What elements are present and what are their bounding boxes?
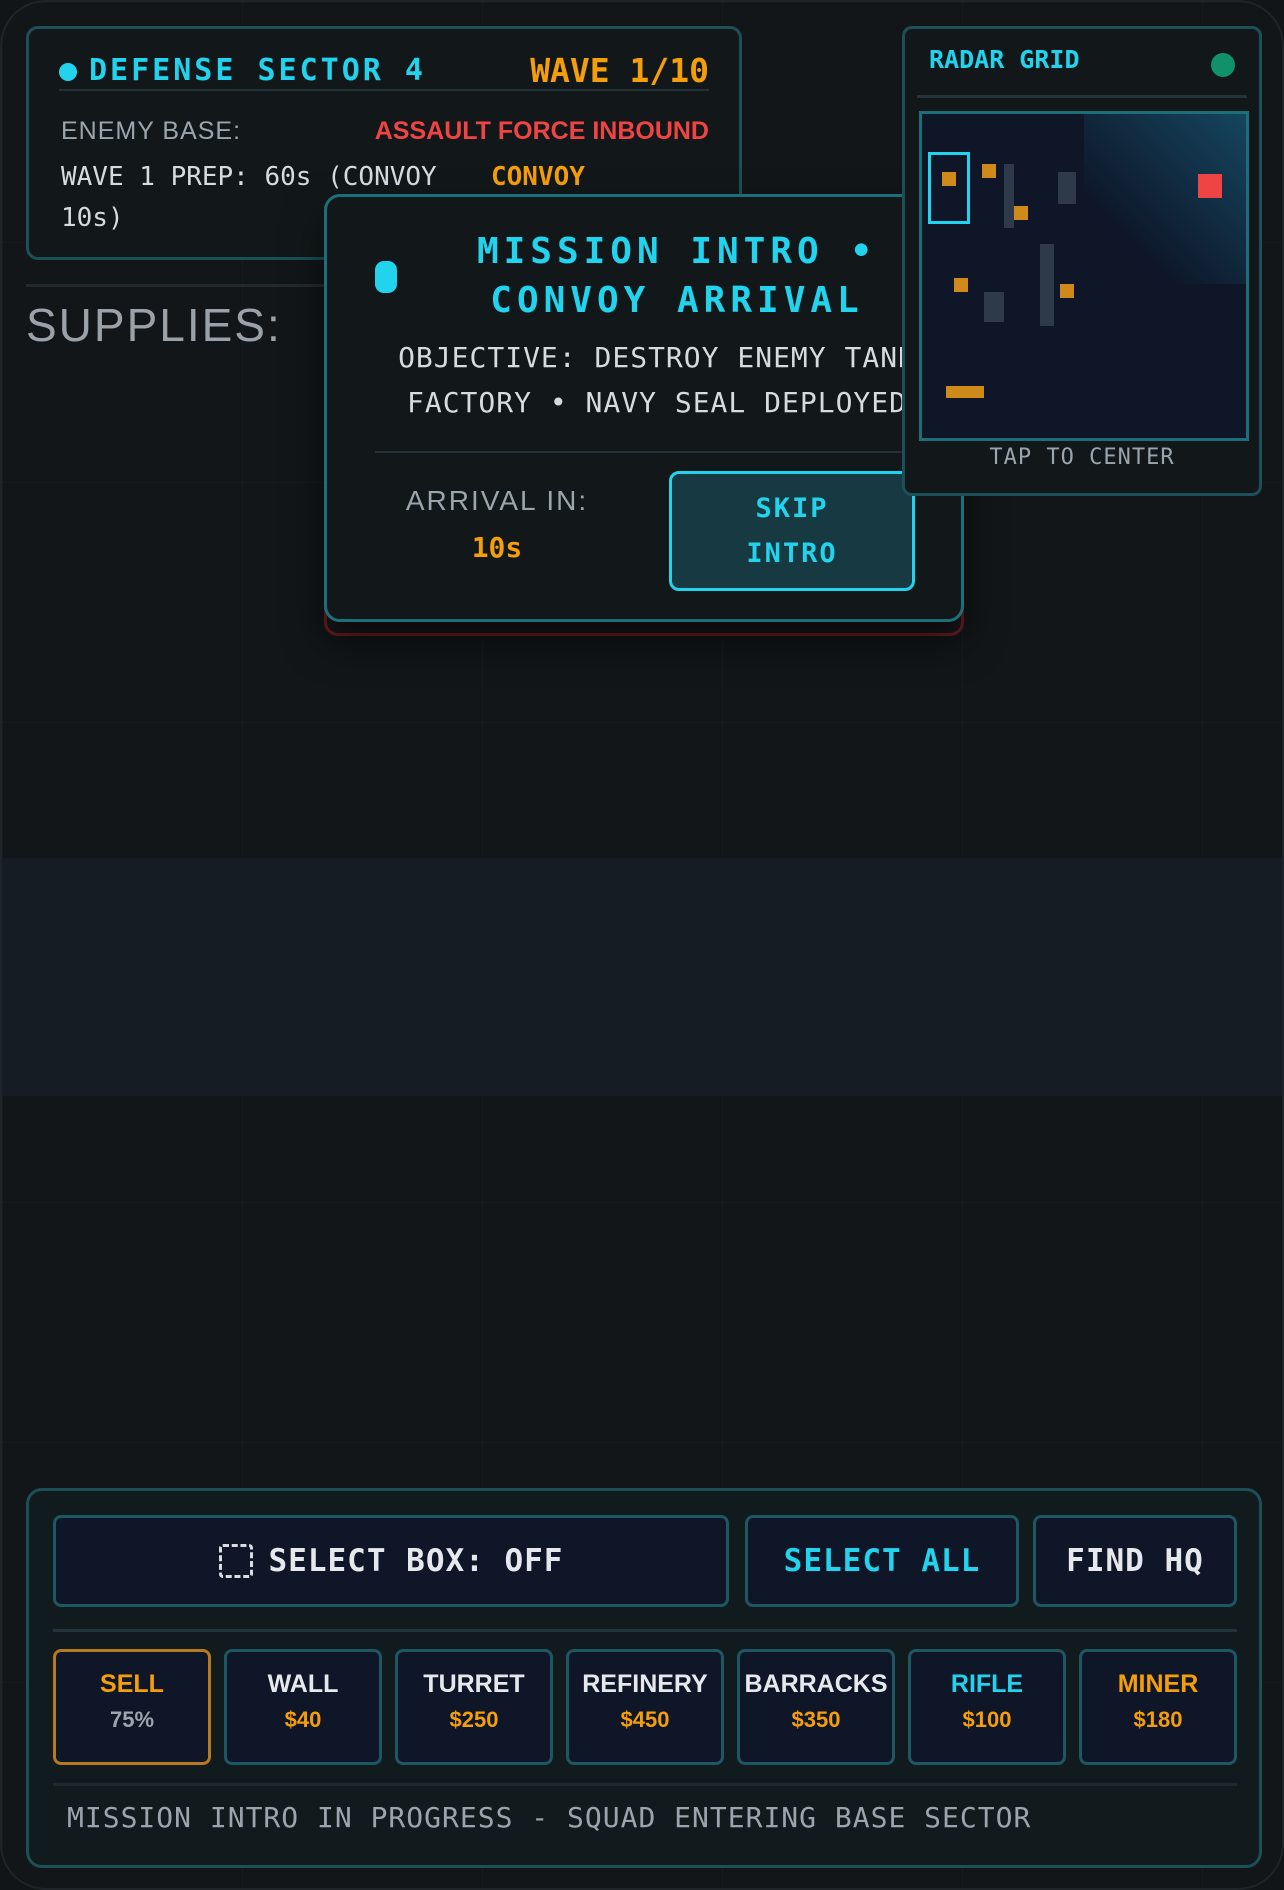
radar-sweep xyxy=(1084,114,1246,284)
radar-convoy-units xyxy=(946,386,984,398)
radar-structure xyxy=(1058,172,1076,204)
radar-structure xyxy=(1040,244,1054,326)
tool-price: $450 xyxy=(620,1707,670,1732)
tool-name: RIFLE xyxy=(950,1670,1024,1698)
sector-indicator-dot xyxy=(59,63,77,81)
radar-minimap[interactable] xyxy=(919,111,1249,441)
train-rifle-button[interactable]: RIFLE $100 xyxy=(908,1649,1066,1765)
mission-indicator-icon xyxy=(375,261,397,293)
find-hq-label: FIND HQ xyxy=(1066,1543,1204,1579)
tool-name: WALL xyxy=(267,1670,339,1698)
select-all-label: SELECT ALL xyxy=(783,1543,981,1579)
radar-friendly-unit xyxy=(942,172,956,186)
build-turret-button[interactable]: TURRET $250 xyxy=(395,1649,553,1765)
tool-price: $180 xyxy=(1133,1707,1183,1732)
radar-divider xyxy=(917,95,1247,98)
supplies-label: SUPPLIES: xyxy=(26,299,282,351)
mission-title: MISSION INTRO • CONVOY ARRIVAL xyxy=(476,231,878,321)
road-terrain[interactable] xyxy=(2,858,1282,1096)
tool-name: TURRET xyxy=(423,1670,525,1698)
skip-intro-label-2: INTRO xyxy=(746,538,838,569)
wave-counter: WAVE 1/10 xyxy=(530,51,709,90)
panel-divider xyxy=(53,1783,1237,1786)
build-refinery-button[interactable]: REFINERY $450 xyxy=(566,1649,724,1765)
radar-friendly-unit xyxy=(1060,284,1074,298)
tool-price: $250 xyxy=(449,1707,499,1732)
radar-structure xyxy=(984,292,1004,322)
sell-button[interactable]: SELL 75% xyxy=(53,1649,211,1765)
find-hq-button[interactable]: FIND HQ xyxy=(1033,1515,1237,1607)
radar-friendly-unit xyxy=(1014,206,1028,220)
radar-center-hint[interactable]: TAP TO CENTER xyxy=(905,445,1259,470)
radar-title: RADAR GRID xyxy=(929,45,1080,74)
command-panel: SELECT BOX: OFF SELECT ALL FIND HQ SELL … xyxy=(26,1488,1262,1868)
build-wall-button[interactable]: WALL $40 xyxy=(224,1649,382,1765)
enemy-base-status: ASSAULT FORCE INBOUND xyxy=(374,117,709,145)
status-message: MISSION INTRO IN PROGRESS - SQUAD ENTERI… xyxy=(67,1801,1032,1834)
radar-panel: RADAR GRID TAP TO CENTER xyxy=(902,26,1262,496)
radar-viewport-frame[interactable] xyxy=(928,152,970,224)
tool-name: BARRACKS xyxy=(744,1670,888,1698)
modal-divider xyxy=(375,451,945,453)
tool-price: $40 xyxy=(284,1707,322,1732)
sector-title: DEFENSE SECTOR 4 xyxy=(89,53,426,88)
game-screen[interactable]: DEFENSE SECTOR 4 WAVE 1/10 ENEMY BASE: A… xyxy=(0,0,1284,1890)
mission-objective: OBJECTIVE: DESTROY ENEMY TANK FACTORY • … xyxy=(398,341,916,419)
radar-friendly-unit xyxy=(982,164,996,178)
build-barracks-button[interactable]: BARRACKS $350 xyxy=(737,1649,895,1765)
skip-intro-label-1: SKIP xyxy=(755,493,829,524)
train-miner-button[interactable]: MINER $180 xyxy=(1079,1649,1237,1765)
arrival-countdown: 10s xyxy=(471,531,523,564)
mission-intro-modal: MISSION INTRO • CONVOY ARRIVAL OBJECTIVE… xyxy=(324,194,964,622)
radar-friendly-unit xyxy=(954,278,968,292)
hud-divider xyxy=(26,284,346,287)
radar-online-indicator xyxy=(1211,53,1235,77)
enemy-base-label: ENEMY BASE: xyxy=(61,117,242,145)
skip-intro-button[interactable]: SKIP INTRO xyxy=(669,471,915,591)
selection-box-icon xyxy=(218,1544,253,1578)
status-header: DEFENSE SECTOR 4 WAVE 1/10 xyxy=(59,51,709,91)
select-box-toggle[interactable]: SELECT BOX: OFF xyxy=(53,1515,729,1607)
radar-enemy-unit xyxy=(1198,174,1222,198)
select-all-button[interactable]: SELECT ALL xyxy=(745,1515,1019,1607)
tool-name: MINER xyxy=(1117,1670,1199,1698)
radar-structure xyxy=(1004,164,1014,228)
tool-price: $100 xyxy=(962,1707,1012,1732)
arrival-label: ARRIVAL IN: xyxy=(405,485,589,516)
panel-divider xyxy=(53,1629,1237,1632)
tool-price: $350 xyxy=(791,1707,841,1732)
tool-name: SELL xyxy=(100,1670,164,1698)
select-box-label: SELECT BOX: OFF xyxy=(268,1543,564,1579)
tool-price: 75% xyxy=(109,1707,155,1732)
tool-name: REFINERY xyxy=(582,1670,708,1698)
convoy-label: CONVOY xyxy=(491,162,585,192)
